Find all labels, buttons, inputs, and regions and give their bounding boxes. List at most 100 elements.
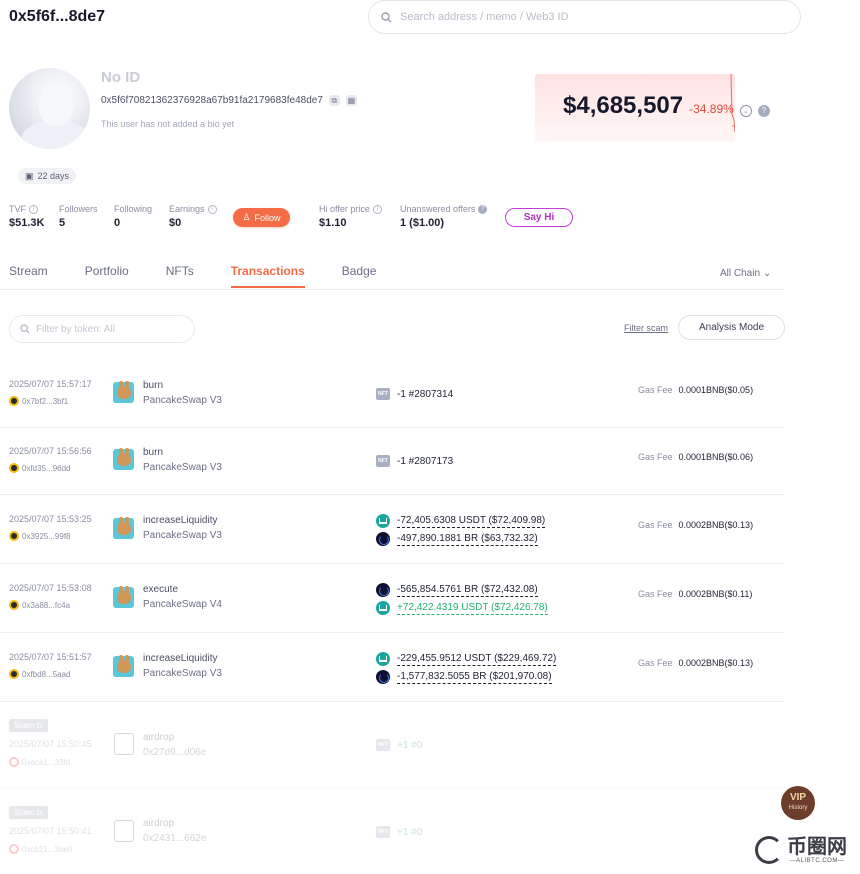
usdt-token-icon	[376, 601, 390, 615]
br-token-icon	[376, 583, 390, 597]
nft-icon: NFT	[376, 455, 390, 467]
tx-app[interactable]: PancakeSwap V4	[143, 599, 222, 610]
stat-following-label: Following	[114, 204, 153, 214]
full-address: 0x5f6f70821362376928a67b91fa2179683fe48d…	[101, 95, 323, 106]
person-icon: ♙	[242, 212, 251, 222]
follow-button[interactable]: ♙ Follow	[233, 208, 290, 227]
tx-token-amount[interactable]: -72,405.6308 USDT ($72,409.98)	[397, 515, 546, 528]
search-placeholder[interactable]: Search address / memo / Web3 ID	[400, 11, 569, 23]
tx-hash[interactable]: 0xfbd8...5aad	[22, 670, 70, 679]
tx-time: 2025/07/07 15:57:17	[9, 379, 92, 389]
gas-label: Gas Fee	[638, 452, 673, 462]
tx-time: 2025/07/07 15:50:41	[9, 826, 92, 836]
stat-tvf: TVF i $51.3K	[9, 204, 44, 229]
gas-fee: 0.0001BNB($0.06)	[678, 452, 754, 462]
tx-contract[interactable]: 0x27d9...d06e	[143, 747, 206, 758]
copy-icon[interactable]: ⧉	[328, 95, 340, 106]
tx-time: 2025/07/07 15:56:56	[9, 446, 92, 456]
gas-fee: 0.0002BNB($0.13)	[678, 520, 754, 530]
tab-transactions[interactable]: Transactions	[230, 264, 305, 289]
stat-hi-offer-value: $1.10	[319, 217, 347, 229]
pancakeswap-icon	[113, 381, 134, 403]
tabs-divider	[0, 289, 785, 290]
help-icon[interactable]: ?	[478, 204, 488, 214]
tx-token-amount[interactable]: +72,422.4319 USDT ($72,426.78)	[397, 602, 548, 615]
search-icon	[381, 11, 392, 22]
avatar	[9, 68, 90, 149]
info-icon[interactable]: i	[29, 204, 38, 214]
tx-token-amount[interactable]: -1 #2807173	[397, 456, 453, 467]
profile-tabs: Stream Portfolio NFTs Transactions Badge	[9, 264, 413, 289]
gas-label: Gas Fee	[638, 520, 673, 530]
chain-filter-label: All Chain	[720, 268, 761, 279]
tx-hash[interactable]: 0x3925...99f8	[22, 532, 70, 541]
tab-portfolio[interactable]: Portfolio	[85, 264, 129, 289]
tx-hash[interactable]: 0xcb21...3ae0	[22, 845, 72, 854]
gas-fee: 0.0002BNB($0.13)	[678, 658, 754, 668]
tx-token-amount[interactable]: -1,577,832.5055 BR ($201,970.08)	[397, 671, 552, 684]
tx-token-amount[interactable]: -565,854.5761 BR ($72,432.08)	[397, 584, 538, 597]
br-token-icon	[376, 532, 390, 546]
pancakeswap-icon	[113, 448, 134, 470]
tx-method: airdrop	[143, 818, 175, 829]
stat-followers[interactable]: Followers 5	[59, 204, 98, 229]
tx-token-amount[interactable]: -1 #2807314	[397, 389, 453, 400]
scam-transaction-row[interactable]: Scam tx 2025/07/07 15:50:45 0xeca1...33f…	[0, 703, 785, 788]
transaction-row[interactable]: 2025/07/07 15:51:57 0xfbd8...5aad increa…	[0, 634, 785, 702]
search-bar[interactable]: Search address / memo / Web3 ID	[368, 0, 801, 34]
tx-method: burn	[143, 380, 164, 391]
tx-contract[interactable]: 0x2431...662e	[143, 833, 206, 844]
tx-token-amount[interactable]: -497,890.1881 BR ($63,732.32)	[397, 533, 538, 546]
vip-history-button[interactable]: VIP History	[781, 786, 815, 820]
stat-unanswered-value: 1 ($1.00)	[400, 217, 445, 229]
tab-stream[interactable]: Stream	[9, 264, 48, 289]
tx-hash[interactable]: 0xfd35...96dd	[22, 464, 70, 473]
info-icon[interactable]: i	[207, 204, 217, 214]
stat-hi-offer-label: Hi offer price	[319, 204, 370, 214]
address-title: 0x5f6f...8de7	[9, 8, 106, 25]
tx-method: burn	[143, 447, 164, 458]
scam-transaction-row[interactable]: Scam tx 2025/07/07 15:50:41 0xcb21...3ae…	[0, 789, 785, 874]
tx-token-amount[interactable]: +1 #0	[397, 827, 422, 838]
nft-icon: NFT	[376, 739, 390, 751]
pancakeswap-icon	[113, 517, 134, 539]
stat-unanswered: Unanswered offers? 1 ($1.00)	[400, 204, 488, 229]
calendar-icon: ▣	[25, 170, 34, 181]
contract-icon	[114, 733, 134, 755]
total-value-row: $4,685,507 -34.89% ⌄ ?	[563, 92, 770, 120]
tx-app[interactable]: PancakeSwap V3	[143, 395, 222, 406]
warning-icon	[9, 844, 19, 854]
say-hi-button[interactable]: Say Hi	[505, 208, 573, 227]
tx-time: 2025/07/07 15:53:08	[9, 583, 92, 593]
tx-hash[interactable]: 0x7bf2...3bf1	[22, 397, 68, 406]
tx-app[interactable]: PancakeSwap V3	[143, 530, 222, 541]
tx-hash[interactable]: 0x3a88...fc4a	[22, 601, 70, 610]
usdt-token-icon	[376, 514, 390, 528]
tx-app[interactable]: PancakeSwap V3	[143, 668, 222, 679]
tx-app[interactable]: PancakeSwap V3	[143, 462, 222, 473]
transaction-row[interactable]: 2025/07/07 15:57:17 0x7bf2...3bf1 burn P…	[0, 362, 785, 428]
qrcode-icon[interactable]: ▦	[345, 95, 357, 106]
tab-nfts[interactable]: NFTs	[166, 264, 194, 289]
stat-following[interactable]: Following 0	[114, 204, 152, 229]
tx-token-amount[interactable]: -229,455.9512 USDT ($229,469.72)	[397, 653, 557, 666]
tx-hash[interactable]: 0xeca1...33fd	[22, 758, 70, 767]
follow-button-label: Follow	[254, 212, 281, 223]
tx-token-amount[interactable]: +1 #0	[397, 740, 422, 751]
change-percent: -34.89%	[689, 102, 734, 116]
help-icon[interactable]: ?	[757, 104, 770, 117]
transaction-row[interactable]: 2025/07/07 15:53:25 0x3925...99f8 increa…	[0, 496, 785, 564]
stat-earnings-label: Earnings	[169, 204, 205, 214]
chain-filter[interactable]: All Chain ⌄	[720, 268, 771, 279]
transaction-row[interactable]: 2025/07/07 15:56:56 0xfd35...96dd burn P…	[0, 429, 785, 495]
chevron-down-icon[interactable]: ⌄	[739, 105, 752, 117]
bnb-chain-icon	[9, 600, 19, 610]
account-age-badge: ▣ 22 days	[18, 168, 77, 184]
info-icon[interactable]: i	[372, 204, 382, 214]
analysis-mode-button[interactable]: Analysis Mode	[678, 315, 785, 340]
tab-badge[interactable]: Badge	[342, 264, 377, 289]
filter-scam-link[interactable]: Filter scam	[624, 323, 668, 333]
pancakeswap-icon	[113, 586, 134, 608]
transaction-row[interactable]: 2025/07/07 15:53:08 0x3a88...fc4a execut…	[0, 565, 785, 633]
token-filter-input[interactable]: Filter by token: All	[9, 315, 195, 343]
